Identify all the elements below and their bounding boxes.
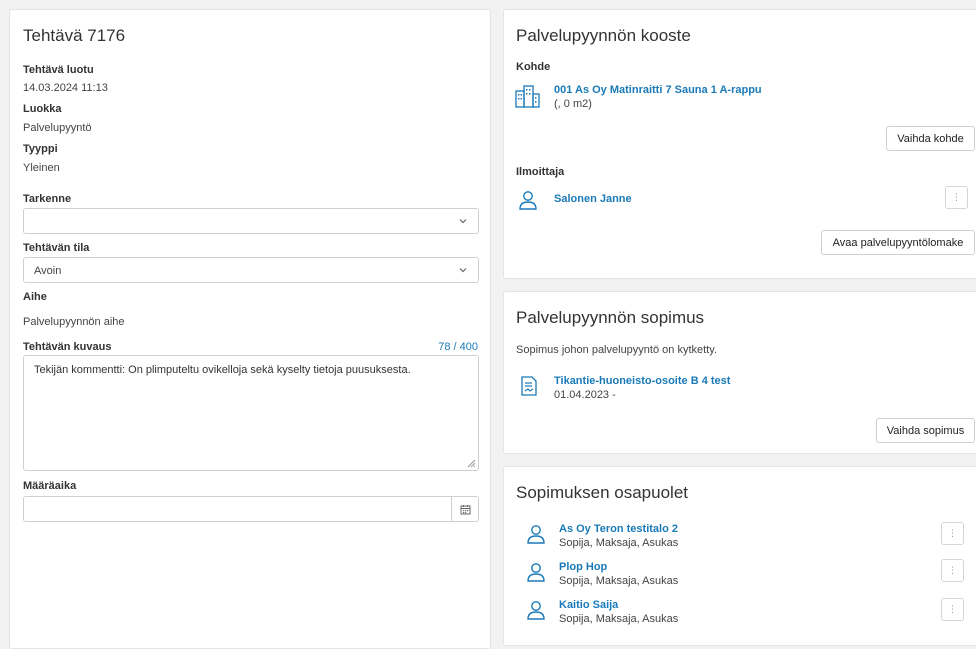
- party-link[interactable]: Plop Hop: [559, 561, 607, 573]
- description-textarea[interactable]: Tekijän kommentti: On plimputeltu ovikel…: [23, 355, 479, 471]
- kebab-menu-icon: ⋮: [948, 565, 957, 575]
- kebab-menu-icon: ⋮: [948, 604, 957, 614]
- kebab-menu-icon: ⋮: [948, 528, 957, 538]
- person-icon: [527, 563, 545, 582]
- kebab-menu-icon: ⋮: [952, 192, 961, 202]
- type-value: Yleinen: [23, 162, 60, 174]
- chevron-down-icon: [459, 219, 467, 224]
- reporter-menu-button[interactable]: ⋮: [945, 186, 968, 209]
- status-label: Tehtävän tila: [23, 242, 90, 254]
- parties-title: Sopimuksen osapuolet: [516, 483, 689, 502]
- subject-label: Aihe: [23, 291, 47, 303]
- party-roles: Sopija, Maksaja, Asukas: [559, 613, 679, 625]
- person-icon: [527, 601, 545, 620]
- person-icon: [519, 191, 537, 210]
- party-link[interactable]: Kaitio Saija: [559, 599, 618, 611]
- created-value: 14.03.2024 11:13: [23, 82, 108, 94]
- target-label: Kohde: [516, 61, 551, 73]
- party-roles: Sopija, Maksaja, Asukas: [559, 575, 679, 587]
- deadline-input[interactable]: [23, 496, 479, 522]
- specifier-select[interactable]: [23, 208, 479, 234]
- contract-link[interactable]: Tikantie-huoneisto-osoite B 4 test: [554, 375, 730, 387]
- party-menu-button[interactable]: ⋮: [941, 522, 964, 545]
- summary-card: Palvelupyynnön kooste Kohde 001 As Oy Ma…: [503, 9, 976, 279]
- contract-description: Sopimus johon palvelupyyntö on kytketty.: [516, 344, 717, 356]
- description-counter: 78 / 400: [438, 341, 478, 353]
- building-icon: [515, 85, 540, 108]
- status-select[interactable]: Avoin: [23, 257, 479, 283]
- contract-card: Palvelupyynnön sopimus Sopimus johon pal…: [503, 291, 976, 454]
- person-icon: [527, 525, 545, 544]
- status-select-value: Avoin: [34, 265, 62, 277]
- document-icon: [521, 376, 537, 396]
- contract-date: 01.04.2023 -: [554, 389, 616, 401]
- reporter-label: Ilmoittaja: [516, 166, 565, 178]
- description-text: Tekijän kommentti: On plimputeltu ovikel…: [34, 364, 411, 376]
- calendar-icon: [460, 504, 470, 514]
- class-label: Luokka: [23, 103, 62, 115]
- calendar-button[interactable]: [451, 497, 478, 521]
- target-link[interactable]: 001 As Oy Matinraitti 7 Sauna 1 A-rappu: [554, 84, 762, 96]
- contract-title: Palvelupyynnön sopimus: [516, 308, 705, 327]
- party-menu-button[interactable]: ⋮: [941, 559, 964, 582]
- resize-grip-icon[interactable]: [467, 459, 476, 468]
- party-link[interactable]: As Oy Teron testitalo 2: [559, 523, 678, 535]
- class-value: Palvelupyyntö: [23, 122, 92, 134]
- specifier-label: Tarkenne: [23, 193, 72, 205]
- open-form-button[interactable]: Avaa palvelupyyntölomake: [821, 230, 975, 255]
- chevron-down-icon: [459, 268, 467, 273]
- party-roles: Sopija, Maksaja, Asukas: [559, 537, 679, 549]
- created-label: Tehtävä luotu: [23, 64, 94, 76]
- summary-title: Palvelupyynnön kooste: [516, 26, 691, 45]
- subject-value: Palvelupyynnön aihe: [23, 316, 125, 328]
- deadline-label: Määräaika: [23, 480, 77, 492]
- type-label: Tyyppi: [23, 143, 58, 155]
- party-menu-button[interactable]: ⋮: [941, 598, 964, 621]
- task-card: Tehtävä 7176 Tehtävä luotu 14.03.2024 11…: [9, 9, 491, 649]
- change-contract-button[interactable]: Vaihda sopimus: [876, 418, 975, 443]
- reporter-link[interactable]: Salonen Janne: [554, 193, 632, 205]
- target-sub: (, 0 m2): [554, 98, 592, 110]
- task-title: Tehtävä 7176: [23, 26, 126, 45]
- parties-card: Sopimuksen osapuolet As Oy Teron testita…: [503, 466, 976, 646]
- change-target-button[interactable]: Vaihda kohde: [886, 126, 975, 151]
- description-label: Tehtävän kuvaus: [23, 341, 112, 353]
